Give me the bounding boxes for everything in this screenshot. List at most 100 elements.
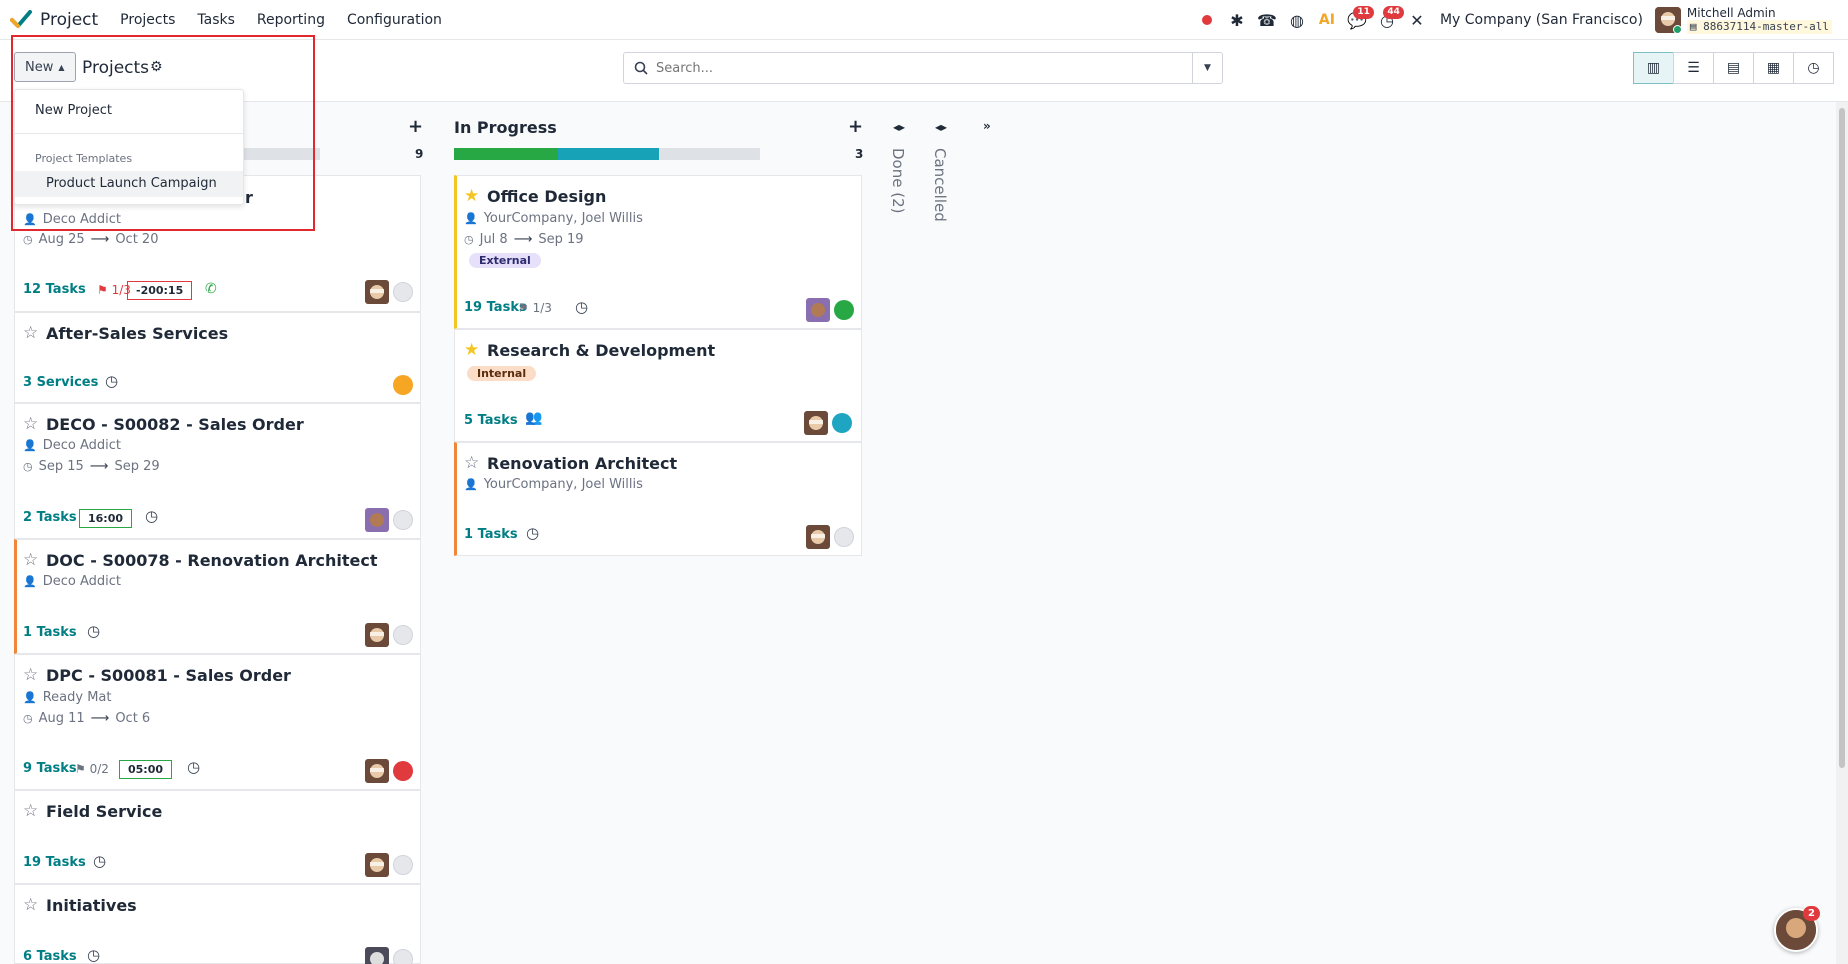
activity-view-icon[interactable]: ◷	[1793, 52, 1834, 84]
team-icon[interactable]: 👥	[525, 410, 542, 426]
column-add-button[interactable]: +	[408, 116, 423, 137]
phone-icon[interactable]: ☎	[1252, 5, 1282, 35]
company-switcher[interactable]: My Company (San Francisco)	[1440, 12, 1643, 28]
favorite-star-icon[interactable]: ☆	[23, 665, 38, 685]
expand-columns-icon[interactable]: »	[983, 119, 991, 133]
status-indicator[interactable]	[393, 761, 413, 781]
milestone-flag-icon: ⚑ 0/2	[75, 762, 109, 776]
tasks-link[interactable]: 6 Tasks	[23, 949, 77, 964]
project-card[interactable]: ★ Office Design 👤 YourCompany, Joel Willi…	[454, 175, 862, 329]
project-card[interactable]: ☆ DOC - S00078 - Renovation Architect 👤 D…	[14, 539, 421, 654]
menu-reporting[interactable]: Reporting	[257, 12, 325, 28]
avatar[interactable]	[365, 508, 389, 532]
avatar[interactable]	[365, 947, 389, 964]
globe-icon[interactable]: ◍	[1282, 5, 1312, 35]
search-input[interactable]	[656, 60, 1192, 76]
project-card[interactable]: ☆ Initiatives 6 Tasks ◷	[14, 884, 421, 964]
favorite-star-icon[interactable]: ☆	[23, 895, 38, 915]
allocated-time: 05:00	[119, 760, 173, 779]
project-card[interactable]: ☆ Field Service 19 Tasks ◷	[14, 790, 421, 884]
app-brand[interactable]: Project	[10, 9, 120, 30]
avatar[interactable]	[365, 623, 389, 647]
activity-clock-icon[interactable]: ◷	[187, 758, 200, 776]
status-indicator[interactable]	[393, 510, 413, 530]
folded-column-cancelled[interactable]: Cancelled	[931, 148, 949, 222]
favorite-star-icon[interactable]: ☆	[464, 453, 479, 473]
status-indicator[interactable]	[393, 949, 413, 964]
avatar[interactable]	[365, 280, 389, 304]
project-dates: ◷ Aug 25 ⟶ Oct 20	[23, 232, 159, 247]
favorite-star-icon[interactable]: ☆	[23, 801, 38, 821]
gantt-view-icon[interactable]: ▤	[1713, 52, 1754, 84]
tasks-link[interactable]: 12 Tasks	[23, 282, 86, 297]
phone-icon[interactable]: ✆	[205, 281, 217, 297]
avatar[interactable]	[365, 759, 389, 783]
activity-clock-icon[interactable]: ◷	[526, 524, 539, 542]
messages-icon[interactable]: 💬 11	[1342, 5, 1374, 35]
project-card[interactable]: ☆ Renovation Architect 👤 YourCompany, Joe…	[454, 442, 862, 556]
menu-configuration[interactable]: Configuration	[347, 12, 442, 28]
status-indicator[interactable]	[393, 625, 413, 645]
status-indicator[interactable]	[393, 855, 413, 875]
tasks-link[interactable]: 1 Tasks	[464, 527, 518, 542]
tasks-link[interactable]: 3 Services	[23, 375, 98, 390]
scrollbar[interactable]	[1836, 102, 1848, 964]
favorite-star-icon[interactable]: ☆	[23, 414, 38, 434]
folded-column-done[interactable]: Done (2)	[889, 148, 907, 213]
fold-toggle-icon[interactable]: ◂▸	[935, 120, 947, 134]
search-options-toggle[interactable]: ▼	[1192, 53, 1222, 83]
project-card[interactable]: ★ Research & Development Internal 5 Task…	[454, 329, 862, 442]
status-indicator[interactable]	[832, 413, 852, 433]
status-indicator[interactable]	[834, 300, 854, 320]
tasks-link[interactable]: 19 Tasks	[23, 855, 86, 870]
favorite-star-icon[interactable]: ☆	[23, 323, 38, 343]
avatar[interactable]	[806, 298, 830, 322]
clock-icon: ◷	[23, 233, 33, 246]
menu-tasks[interactable]: Tasks	[197, 12, 235, 28]
activity-clock-icon[interactable]: ◷	[575, 298, 588, 316]
tasks-link[interactable]: 2 Tasks	[23, 510, 77, 525]
fold-toggle-icon[interactable]: ◂▸	[893, 120, 905, 134]
favorite-star-icon[interactable]: ☆	[23, 550, 38, 570]
project-card[interactable]: ☆ After-Sales Services 3 Services ◷	[14, 312, 421, 403]
avatar[interactable]	[365, 853, 389, 877]
kanban-view-icon[interactable]: ▥	[1633, 52, 1674, 84]
activity-clock-icon[interactable]: ◷	[93, 852, 106, 870]
project-tag: External	[469, 253, 541, 268]
ai-icon[interactable]: AI	[1312, 5, 1342, 35]
new-button[interactable]: New ▲	[14, 52, 76, 82]
activities-icon[interactable]: ◷ 44	[1372, 5, 1404, 35]
activity-clock-icon[interactable]: ◷	[105, 372, 118, 390]
tasks-link[interactable]: 5 Tasks	[464, 413, 518, 428]
menu-projects[interactable]: Projects	[120, 12, 175, 28]
new-project-item[interactable]: New Project	[35, 103, 112, 118]
search-bar[interactable]: ▼	[623, 52, 1223, 84]
list-view-icon[interactable]: ☰	[1673, 52, 1714, 84]
project-card[interactable]: ☆ DECO - S00082 - Sales Order 👤 Deco Addi…	[14, 403, 421, 539]
bug-icon[interactable]: ✱	[1222, 5, 1252, 35]
activity-clock-icon[interactable]: ◷	[87, 622, 100, 640]
activity-clock-icon[interactable]: ◷	[145, 507, 158, 525]
template-item[interactable]: Product Launch Campaign	[15, 171, 243, 197]
user-menu[interactable]: Mitchell Admin ▤ 88637114-master-all	[1654, 6, 1832, 34]
gear-icon[interactable]: ⚙	[150, 59, 163, 75]
avatar[interactable]	[804, 411, 828, 435]
caret-up-icon: ▲	[58, 62, 65, 72]
calendar-view-icon[interactable]: ▦	[1753, 52, 1794, 84]
status-indicator[interactable]	[393, 375, 413, 395]
activity-clock-icon[interactable]: ◷	[87, 946, 100, 964]
column-add-button[interactable]: +	[848, 116, 863, 137]
project-customer: 👤 Deco Addict	[23, 438, 121, 453]
avatar[interactable]	[806, 525, 830, 549]
record-icon[interactable]	[1192, 5, 1222, 35]
status-indicator[interactable]	[393, 282, 413, 302]
tasks-link[interactable]: 1 Tasks	[23, 625, 77, 640]
tasks-link[interactable]: 9 Tasks	[23, 761, 77, 776]
status-indicator[interactable]	[834, 527, 854, 547]
chat-avatar-button[interactable]: 2	[1774, 906, 1820, 952]
favorite-star-icon[interactable]: ★	[464, 186, 479, 206]
column-progress-bar[interactable]	[454, 148, 760, 160]
project-card[interactable]: ☆ DPC - S00081 - Sales Order 👤 Ready Mat …	[14, 654, 421, 790]
tools-icon[interactable]: ✕	[1402, 5, 1432, 35]
favorite-star-icon[interactable]: ★	[464, 340, 479, 360]
